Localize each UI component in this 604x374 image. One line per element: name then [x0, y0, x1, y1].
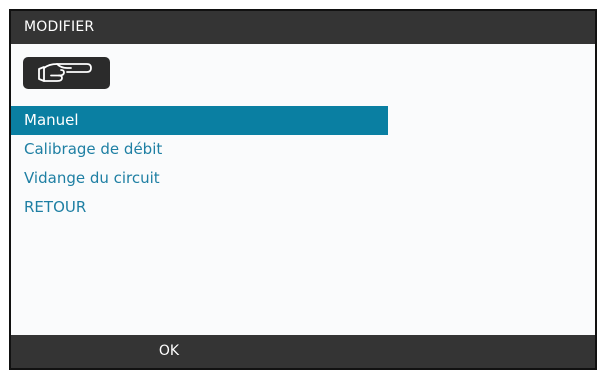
- menu-item-calibrage-debit[interactable]: Calibrage de débit: [11, 135, 388, 164]
- title-bar: MODIFIER: [11, 11, 595, 44]
- page-title: MODIFIER: [24, 19, 95, 35]
- mode-indicator: [23, 57, 110, 89]
- menu-item-vidange-circuit[interactable]: Vidange du circuit: [11, 164, 388, 193]
- pointing-hand-icon: [37, 63, 92, 82]
- bottom-bar: OK: [11, 335, 595, 368]
- ok-button[interactable]: OK: [139, 335, 199, 368]
- menu-item-retour[interactable]: RETOUR: [11, 193, 388, 222]
- menu-list: Manuel Calibrage de débit Vidange du cir…: [11, 106, 595, 222]
- menu-item-manuel[interactable]: Manuel: [11, 106, 388, 135]
- device-screen: MODIFIER Manuel Calibrage de débit Vidan…: [9, 9, 597, 370]
